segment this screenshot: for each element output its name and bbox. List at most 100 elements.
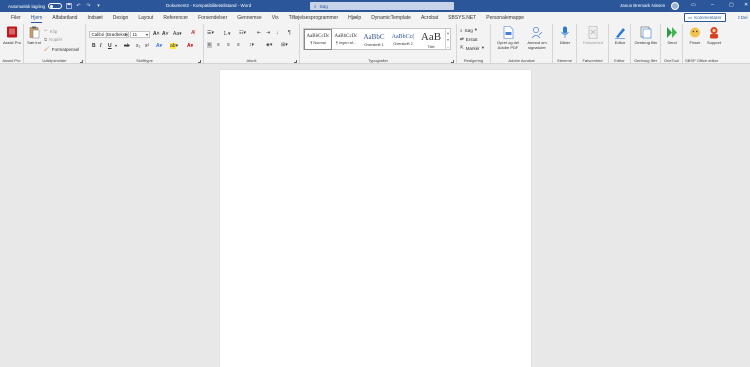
request-signatures-button[interactable]: Anmod om signaturer: [523, 26, 551, 50]
numbering-icon[interactable]: ⒈▾: [223, 30, 231, 37]
change-case-icon[interactable]: Aa▾: [173, 31, 182, 37]
customize-toolbar-icon[interactable]: ▾: [95, 3, 102, 10]
highlight-color-icon[interactable]: ab▾: [170, 43, 178, 49]
italic-icon[interactable]: I: [100, 43, 101, 49]
comments-button[interactable]: ▭ Kommentarer: [684, 13, 726, 22]
font-name-select[interactable]: Calibri (Brødtekst): [89, 31, 129, 38]
tab-personalemappe[interactable]: Personalemappe: [481, 12, 529, 24]
tab-gennemse[interactable]: Gennemse: [232, 12, 266, 24]
style-tile[interactable]: AaBbCcDc ¶ Ingen af...: [332, 29, 360, 50]
style-tile[interactable]: AaBbC Overskrift 1: [360, 29, 388, 50]
multilevel-list-icon[interactable]: ☷▾: [239, 30, 246, 36]
tab-acrobat[interactable]: Acrobat: [416, 12, 443, 24]
text-effects-icon[interactable]: A▾: [156, 43, 162, 49]
tab-referencer[interactable]: Referencer: [158, 12, 193, 24]
editor-button[interactable]: Editor: [611, 26, 629, 45]
decrease-indent-icon[interactable]: ⇤: [257, 30, 261, 36]
group-label: SBSP Office editor: [685, 58, 719, 63]
clear-formatting-icon[interactable]: A̸: [191, 30, 195, 36]
tab-hjælp[interactable]: Hjælp: [343, 12, 366, 24]
style-tile[interactable]: AaB Titel: [417, 29, 445, 50]
share-button[interactable]: ⇪ Del: [734, 13, 750, 22]
dialog-launcher-icon[interactable]: [294, 59, 297, 63]
sensitivity-button[interactable]: Følsomhed: [580, 26, 606, 45]
line-spacing-icon[interactable]: ↕▾: [249, 42, 254, 48]
underline-icon[interactable]: U: [108, 43, 112, 49]
group-assist-pro: Assist Pro Assist Pro: [0, 24, 24, 64]
pdf-icon: [502, 26, 514, 39]
fixer-button[interactable]: Fixser: [685, 26, 705, 45]
more-styles-icon[interactable]: ⌄: [447, 45, 450, 49]
tab-sbsys-net[interactable]: SBSYS.NET: [443, 12, 481, 24]
cut-button[interactable]: ✂ Klip: [44, 28, 57, 34]
justify-icon[interactable]: ≡: [237, 42, 240, 48]
tab-indsæt[interactable]: Indsæt: [82, 12, 107, 24]
group-editor: Editor Editor: [609, 24, 631, 64]
ribbon-display-icon[interactable]: ▭: [691, 2, 696, 8]
redo-icon[interactable]: ↷: [85, 3, 92, 10]
dialog-launcher-icon[interactable]: [198, 59, 201, 63]
align-right-icon[interactable]: ≡: [227, 42, 230, 48]
sort-icon[interactable]: ↓: [276, 30, 279, 36]
user-name[interactable]: Janus Bremark Nissen: [620, 3, 665, 8]
tab-filer[interactable]: Filer: [6, 12, 26, 24]
dictate-label: Dikter: [559, 40, 571, 45]
superscript-icon[interactable]: x²: [145, 43, 149, 49]
scroll-down-icon[interactable]: ▾: [447, 38, 449, 42]
tab-layout[interactable]: Layout: [133, 12, 158, 24]
bold-icon[interactable]: B: [92, 43, 96, 49]
replace-button[interactable]: ⇄ Erstat: [460, 36, 478, 42]
shrink-font-icon[interactable]: A˅: [162, 31, 169, 37]
dialog-launcher-icon[interactable]: [451, 59, 454, 63]
group-adobe-acrobat: Opret og del Adobe PDF Anmod om signatur…: [491, 24, 553, 64]
save-icon[interactable]: [65, 3, 72, 10]
borders-icon[interactable]: ⊞▾: [281, 42, 288, 48]
align-center-icon[interactable]: ≡: [217, 42, 220, 48]
style-tile[interactable]: AaBbCcDc ¶ Normal: [304, 29, 332, 50]
style-tile[interactable]: AaBbCc(Overskrift 2: [389, 29, 417, 50]
reuse-files-button[interactable]: Genbrug filer: [633, 26, 659, 45]
support-button[interactable]: Support: [704, 26, 724, 45]
select-button[interactable]: ⇱ Markér ▾: [460, 45, 484, 51]
format-painter-button[interactable]: 🖌 Formatpensel: [44, 46, 79, 52]
grow-font-icon[interactable]: A˄: [153, 31, 160, 37]
document-page[interactable]: [220, 70, 531, 367]
avatar[interactable]: [671, 2, 679, 10]
find-button[interactable]: ⌕ Søg ▾: [460, 27, 477, 33]
tab-tilføjelsesprogrammer[interactable]: Tilføjelsesprogrammer: [284, 12, 344, 24]
tab-hjem[interactable]: Hjem: [26, 12, 48, 24]
search-box[interactable]: ⌕ Søg: [310, 2, 454, 10]
dictate-button[interactable]: Dikter: [555, 26, 575, 45]
style-name: Titel: [427, 44, 435, 49]
font-color-icon[interactable]: A▾: [187, 43, 193, 49]
increase-indent-icon[interactable]: ⇥: [266, 30, 270, 36]
chevron-down-icon: ▾: [474, 27, 478, 32]
copy-button[interactable]: ⧉ Kopiér: [44, 37, 62, 42]
paste-button[interactable]: Sæt ind: [26, 26, 42, 45]
tab-dynamictemplate[interactable]: DynamicTemplate: [366, 12, 416, 24]
create-pdf-button[interactable]: Opret og del Adobe PDF: [494, 26, 522, 50]
strikethrough-icon[interactable]: ab: [124, 43, 130, 49]
assist-pro-button[interactable]: Assist Pro: [3, 26, 21, 45]
tab-vis[interactable]: Vis: [267, 12, 284, 24]
scroll-up-icon[interactable]: ▴: [447, 31, 449, 35]
close-icon[interactable]: ✕: [744, 2, 748, 8]
undo-icon[interactable]: ↶: [75, 3, 82, 10]
group-paragraph: ☰▾ ⒈▾ ☷▾ ⇤ ⇥ ↓ ¶ ≡ ≡ ≡ ≡ ↕▾ ◈▾ ⊞▾ Afsnit: [204, 24, 300, 64]
autosave-toggle[interactable]: [48, 3, 63, 9]
tab-design[interactable]: Design: [108, 12, 134, 24]
send-button[interactable]: Send: [663, 26, 681, 45]
tab-alfabetland[interactable]: Alfabetland: [47, 12, 82, 24]
font-size-select[interactable]: 11: [130, 31, 150, 38]
maximize-icon[interactable]: ▢: [729, 2, 734, 8]
subscript-icon[interactable]: x₂: [136, 43, 140, 49]
dialog-launcher-icon[interactable]: [80, 59, 83, 63]
tab-forsendelser[interactable]: Forsendelser: [193, 12, 232, 24]
gallery-scroll[interactable]: ▴ ▾ ⌄: [445, 29, 450, 50]
align-left-icon[interactable]: ≡: [207, 42, 212, 48]
underline-dropdown-icon[interactable]: ▾: [115, 43, 117, 48]
minimize-icon[interactable]: –: [711, 2, 714, 8]
shading-icon[interactable]: ◈▾: [266, 42, 272, 48]
show-marks-icon[interactable]: ¶: [288, 30, 291, 36]
bullets-icon[interactable]: ☰▾: [207, 30, 214, 36]
